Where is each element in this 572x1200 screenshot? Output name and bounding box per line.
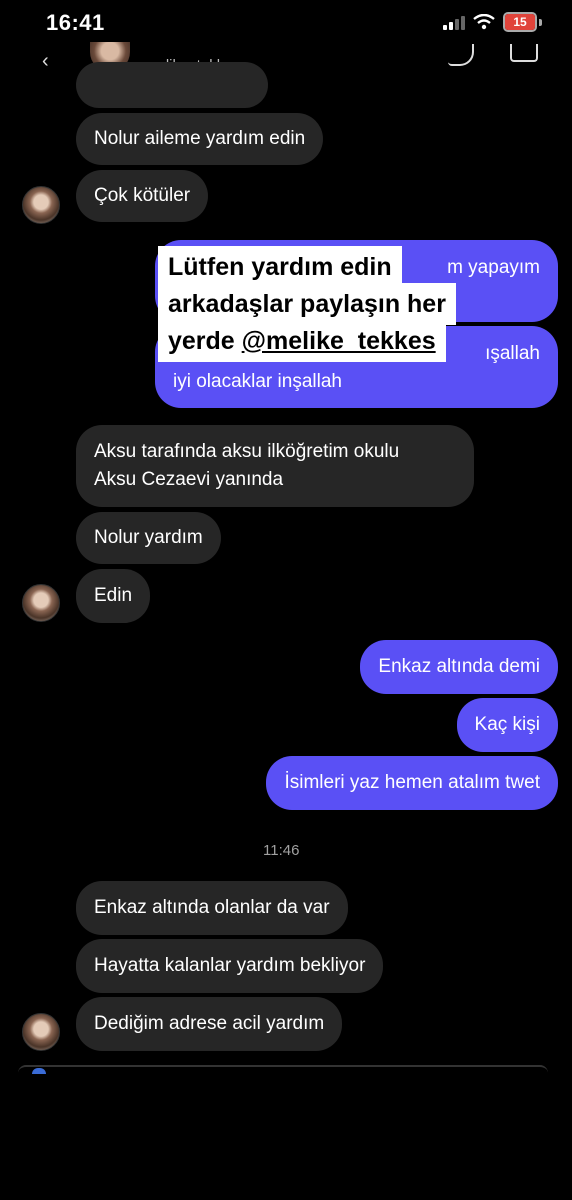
message-incoming: Enkaz altında olanlar da var bbox=[76, 881, 348, 935]
battery-nub bbox=[539, 18, 542, 26]
message-incoming-line1: Aksu tarafında aksu ilköğretim okulu bbox=[94, 441, 400, 462]
phone-icon[interactable] bbox=[448, 44, 474, 66]
message-incoming: Nolur aileme yardım edin bbox=[76, 113, 324, 165]
dm-screen: 16:41 15 ‹ melike_tekkes Nolur aileme ya… bbox=[0, 0, 572, 1200]
sender-avatar[interactable] bbox=[22, 186, 60, 224]
message-incoming-cut bbox=[76, 62, 268, 108]
message-outgoing-text-line1: ışallah bbox=[485, 343, 540, 364]
message-incoming: Edin bbox=[76, 569, 151, 623]
signal-icon bbox=[443, 14, 465, 30]
message-outgoing-text-line2: iyi olacaklar inşallah bbox=[173, 371, 342, 392]
battery-level: 15 bbox=[513, 15, 527, 29]
wifi-icon bbox=[473, 14, 495, 30]
message-incoming: Dediğim adrese acil yardım bbox=[76, 997, 343, 1051]
message-outgoing: Enkaz altında demi bbox=[360, 640, 558, 694]
status-icons: 15 bbox=[443, 12, 542, 32]
overlay-caption-line3: yerde @melike_tekkes bbox=[158, 320, 446, 362]
battery-icon: 15 bbox=[503, 12, 537, 32]
overlay-mention[interactable]: @melike_tekkes bbox=[242, 327, 436, 355]
message-outgoing: İsimleri yaz hemen atalım twet bbox=[266, 756, 558, 810]
sender-avatar[interactable] bbox=[22, 584, 60, 622]
message-incoming: Hayatta kalanlar yardım bekliyor bbox=[76, 939, 384, 993]
message-composer-edge[interactable] bbox=[18, 1065, 548, 1075]
video-icon[interactable] bbox=[510, 44, 538, 62]
overlay-caption-prefix: yerde bbox=[168, 327, 242, 355]
status-time: 16:41 bbox=[46, 10, 105, 35]
back-icon[interactable]: ‹ bbox=[42, 50, 49, 73]
message-incoming-line2: Aksu Cezaevi yanında bbox=[94, 469, 284, 490]
message-outgoing: Kaç kişi bbox=[456, 698, 558, 752]
camera-icon[interactable] bbox=[32, 1068, 46, 1074]
message-incoming: Nolur yardım bbox=[76, 512, 221, 564]
message-outgoing-text: m yapayım bbox=[447, 257, 540, 278]
message-timestamp: 11:46 bbox=[263, 842, 300, 859]
overlay-caption-line1: Lütfen yardım edin bbox=[158, 246, 402, 288]
message-incoming: Çok kötüler bbox=[76, 170, 209, 222]
message-incoming: Aksu tarafında aksu ilköğretim okulu Aks… bbox=[76, 425, 474, 507]
overlay-caption-line2: arkadaşlar paylaşın her bbox=[158, 283, 456, 325]
sender-avatar[interactable] bbox=[22, 1013, 60, 1051]
